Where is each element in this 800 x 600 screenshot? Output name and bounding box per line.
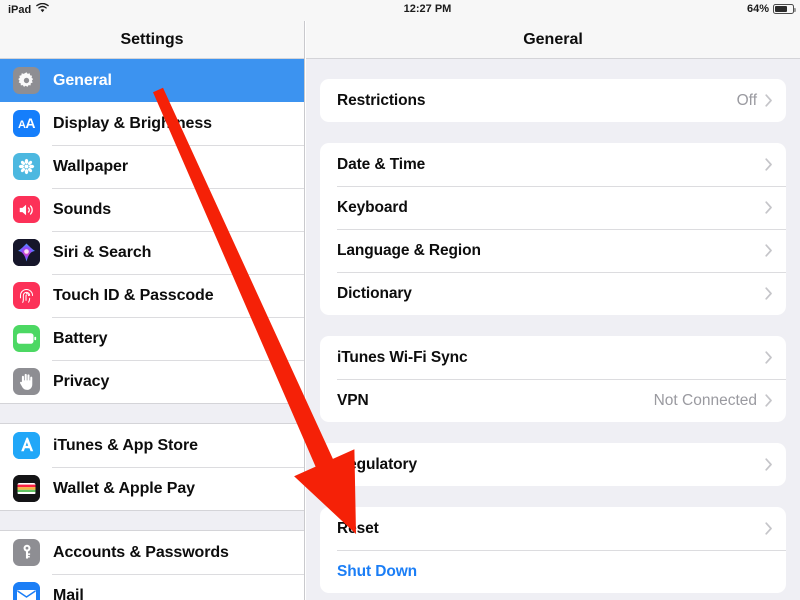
- sidebar-item-label: Battery: [53, 329, 108, 347]
- chevron-right-icon: [765, 287, 773, 300]
- sidebar-item-label: Touch ID & Passcode: [53, 286, 214, 304]
- wallpaper-icon: [13, 153, 40, 180]
- chevron-right-icon: [765, 94, 773, 107]
- privacy-hand-icon: [13, 368, 40, 395]
- detail-group-card: Regulatory: [320, 443, 786, 486]
- sidebar-item-battery[interactable]: Battery: [0, 317, 304, 360]
- mail-icon: [13, 582, 40, 600]
- detail-group-spacer: [306, 59, 800, 79]
- detail-row-date-time[interactable]: Date & Time: [320, 143, 786, 186]
- sidebar-group-separator: [0, 403, 304, 424]
- sidebar-item-label: Mail: [53, 586, 84, 600]
- detail-row-shut-down[interactable]: Shut Down: [320, 550, 786, 593]
- detail-row-value: Not Connected: [653, 391, 757, 409]
- key-icon: [13, 539, 40, 566]
- shut-down-link-label: Shut Down: [337, 562, 418, 580]
- chevron-right-icon: [765, 158, 773, 171]
- siri-icon: [13, 239, 40, 266]
- sidebar-item-accounts-passwords[interactable]: Accounts & Passwords: [0, 531, 304, 574]
- sidebar-item-label: Siri & Search: [53, 243, 152, 261]
- chevron-right-icon: [765, 201, 773, 214]
- battery-settings-icon: [13, 325, 40, 352]
- detail-row-value: Off: [736, 91, 757, 109]
- detail-title: General: [306, 21, 800, 58]
- chevron-right-icon: [765, 394, 773, 407]
- sidebar-item-label: Display & Brightness: [53, 114, 212, 132]
- sidebar-title: Settings: [0, 21, 304, 58]
- chevron-right-icon: [765, 522, 773, 535]
- ipad-settings-screen: iPad 12:27 PM 64% Settings General AA Disp…: [0, 0, 800, 600]
- chevron-right-icon: [765, 351, 773, 364]
- sidebar-item-privacy[interactable]: Privacy: [0, 360, 304, 403]
- sidebar-group-list: General AA Display & Brightness Wallpaper So…: [0, 59, 304, 600]
- sidebar-item-label: General: [53, 71, 112, 89]
- touch-id-icon: [13, 282, 40, 309]
- wallet-icon: [13, 475, 40, 502]
- detail-row-label: Regulatory: [337, 455, 417, 473]
- sidebar-item-wallet-apple-pay[interactable]: Wallet & Apple Pay: [0, 467, 304, 510]
- sidebar-item-touch-id-passcode[interactable]: Touch ID & Passcode: [0, 274, 304, 317]
- detail-row-label: Keyboard: [337, 198, 408, 216]
- general-detail-pane[interactable]: General Restrictions Off Date & Time Keyboa…: [306, 21, 800, 600]
- detail-row-label: Date & Time: [337, 155, 426, 173]
- detail-group-card: Restrictions Off: [320, 79, 786, 122]
- detail-group-card: Reset Shut Down: [320, 507, 786, 593]
- detail-row-language-region[interactable]: Language & Region: [320, 229, 786, 272]
- sidebar-item-mail[interactable]: Mail: [0, 574, 304, 600]
- detail-row-label: Reset: [337, 519, 379, 537]
- sidebar-item-sounds[interactable]: Sounds: [0, 188, 304, 231]
- detail-row-label: Dictionary: [337, 284, 412, 302]
- sidebar-item-label: Accounts & Passwords: [53, 543, 229, 561]
- detail-row-keyboard[interactable]: Keyboard: [320, 186, 786, 229]
- sounds-icon: [13, 196, 40, 223]
- battery-icon: [773, 4, 796, 14]
- detail-group-card: Date & Time Keyboard Language & Region Dict…: [320, 143, 786, 315]
- status-bar-right: 64%: [746, 3, 796, 15]
- sidebar-item-label: Privacy: [53, 372, 110, 390]
- detail-row-reset[interactable]: Reset: [320, 507, 786, 550]
- detail-row-label: Language & Region: [337, 241, 481, 259]
- sidebar-item-wallpaper[interactable]: Wallpaper: [0, 145, 304, 188]
- detail-row-itunes-wi-fi-sync[interactable]: iTunes Wi-Fi Sync: [320, 336, 786, 379]
- sidebar-group-separator: [0, 510, 304, 531]
- sidebar-item-label: Wallet & Apple Pay: [53, 479, 195, 497]
- detail-group-spacer: [306, 122, 800, 143]
- settings-sidebar[interactable]: Settings General AA Display & Brightness Wa…: [0, 21, 305, 600]
- detail-group-spacer: [306, 486, 800, 507]
- display-brightness-icon: AA: [13, 110, 40, 137]
- detail-row-regulatory[interactable]: Regulatory: [320, 443, 786, 486]
- status-bar: iPad 12:27 PM 64%: [0, 0, 800, 21]
- sidebar-item-label: iTunes & App Store: [53, 436, 198, 454]
- detail-group-spacer: [306, 315, 800, 336]
- detail-group-card: iTunes Wi-Fi Sync VPN Not Connected: [320, 336, 786, 422]
- app-store-icon: [13, 432, 40, 459]
- sidebar-item-display-brightness[interactable]: AA Display & Brightness: [0, 102, 304, 145]
- detail-row-label: Restrictions: [337, 91, 426, 109]
- detail-row-label: iTunes Wi-Fi Sync: [337, 348, 468, 366]
- detail-row-restrictions[interactable]: Restrictions Off: [320, 79, 786, 122]
- detail-row-label: VPN: [337, 391, 369, 409]
- detail-group-list: Restrictions Off Date & Time Keyboard Langua…: [306, 59, 800, 593]
- status-bar-clock: 12:27 PM: [403, 3, 452, 15]
- detail-group-spacer: [306, 422, 800, 443]
- detail-row-vpn[interactable]: VPN Not Connected: [320, 379, 786, 422]
- detail-row-dictionary[interactable]: Dictionary: [320, 272, 786, 315]
- battery-percent-label: 64%: [746, 3, 769, 15]
- gear-icon: [13, 67, 40, 94]
- sidebar-item-general[interactable]: General: [0, 59, 304, 102]
- sidebar-item-label: Sounds: [53, 200, 112, 218]
- sidebar-item-itunes-app-store[interactable]: iTunes & App Store: [0, 424, 304, 467]
- chevron-right-icon: [765, 244, 773, 257]
- chevron-right-icon: [765, 458, 773, 471]
- sidebar-item-siri-search[interactable]: Siri & Search: [0, 231, 304, 274]
- sidebar-item-label: Wallpaper: [53, 157, 128, 175]
